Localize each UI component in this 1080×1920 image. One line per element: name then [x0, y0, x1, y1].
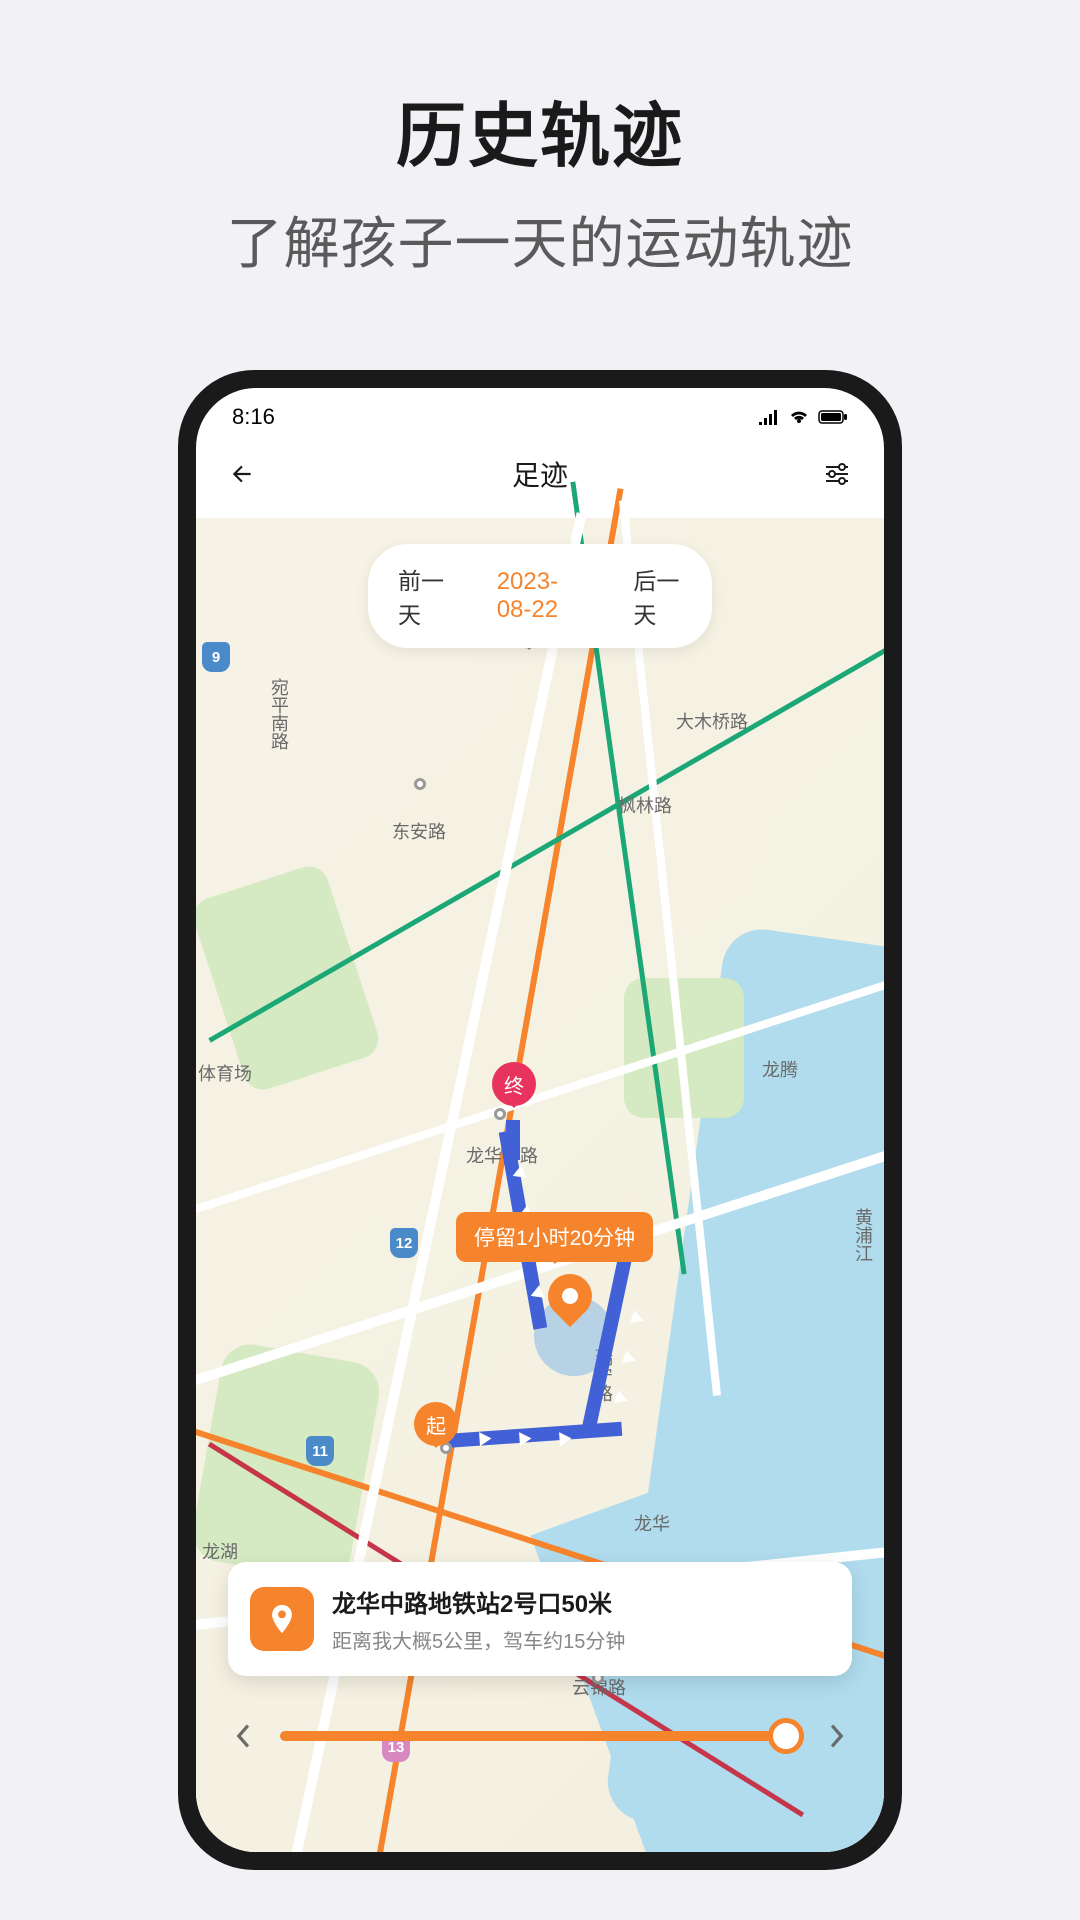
next-day-button[interactable]: 后一天 — [633, 562, 682, 630]
road-label: 黄浦江 — [850, 1208, 876, 1262]
signal-icon — [758, 409, 780, 425]
timeline-prev-button[interactable] — [226, 1718, 262, 1754]
date-selector: 前一天 2023-08-22 后一天 — [368, 544, 712, 648]
battery-icon — [818, 409, 848, 425]
prev-day-button[interactable]: 前一天 — [398, 562, 447, 630]
road-label: 龙湖 — [202, 1538, 238, 1564]
start-marker[interactable]: 起 — [414, 1402, 458, 1446]
road-label: 宛平南路 — [266, 678, 292, 750]
route-shield-9: 9 — [202, 642, 230, 672]
stay-tooltip: 停留1小时20分钟 — [456, 1212, 653, 1262]
page-title: 历史轨迹 — [0, 80, 1080, 181]
timeline-thumb[interactable] — [768, 1718, 804, 1754]
current-date[interactable]: 2023-08-22 — [497, 568, 584, 624]
nav-title: 足迹 — [512, 454, 568, 494]
start-pin-icon: 起 — [414, 1402, 458, 1446]
route-arrow-icon — [519, 1431, 539, 1446]
metro-node — [494, 1108, 506, 1120]
metro-node — [414, 778, 426, 790]
road-label: 大木桥路 — [676, 708, 748, 734]
phone-frame: 8:16 足迹 — [178, 370, 902, 1870]
timeline-next-button[interactable] — [818, 1718, 854, 1754]
location-card[interactable]: 龙华中路地铁站2号口50米 距离我大概5公里，驾车约15分钟 — [228, 1562, 852, 1676]
back-button[interactable] — [226, 457, 260, 491]
route-arrow-icon — [626, 1302, 643, 1323]
settings-button[interactable] — [820, 457, 854, 491]
route-arrow-icon — [610, 1382, 627, 1403]
timeline — [226, 1718, 854, 1754]
status-time: 8:16 — [232, 404, 275, 430]
timeline-slider[interactable] — [280, 1731, 800, 1741]
road-label: 枫林路 — [618, 792, 672, 818]
page-subtitle: 了解孩子一天的运动轨迹 — [0, 199, 1080, 280]
route-arrow-icon — [479, 1431, 499, 1446]
map[interactable]: 斜士路 大木桥路 枫林路 东安路 宛平南路 体育场 龙腾 龙华中路 龙华 瑞宁路… — [196, 518, 884, 1852]
route-shield-12: 12 — [390, 1228, 418, 1258]
status-bar: 8:16 — [196, 388, 884, 440]
road-label: 龙华 — [634, 1510, 670, 1536]
route-arrow-icon — [531, 1277, 548, 1298]
nav-bar: 足迹 — [196, 440, 884, 516]
location-pin-icon — [250, 1587, 314, 1651]
route-arrow-icon — [513, 1157, 530, 1178]
route-segment — [506, 1120, 520, 1160]
road-label: 龙腾 — [762, 1056, 798, 1082]
route-arrow-icon — [559, 1431, 579, 1446]
status-icons — [758, 409, 848, 425]
end-pin-icon: 终 — [492, 1062, 536, 1106]
location-subtitle: 距离我大概5公里，驾车约15分钟 — [332, 1625, 625, 1654]
wifi-icon — [788, 409, 810, 425]
route-shield-11: 11 — [306, 1436, 334, 1466]
road-label: 东安路 — [392, 818, 446, 844]
road-label: 体育场 — [198, 1060, 252, 1086]
screen: 8:16 足迹 — [196, 388, 884, 1852]
location-title: 龙华中路地铁站2号口50米 — [332, 1584, 625, 1619]
route-arrow-icon — [618, 1342, 635, 1363]
end-marker[interactable]: 终 — [492, 1062, 536, 1106]
